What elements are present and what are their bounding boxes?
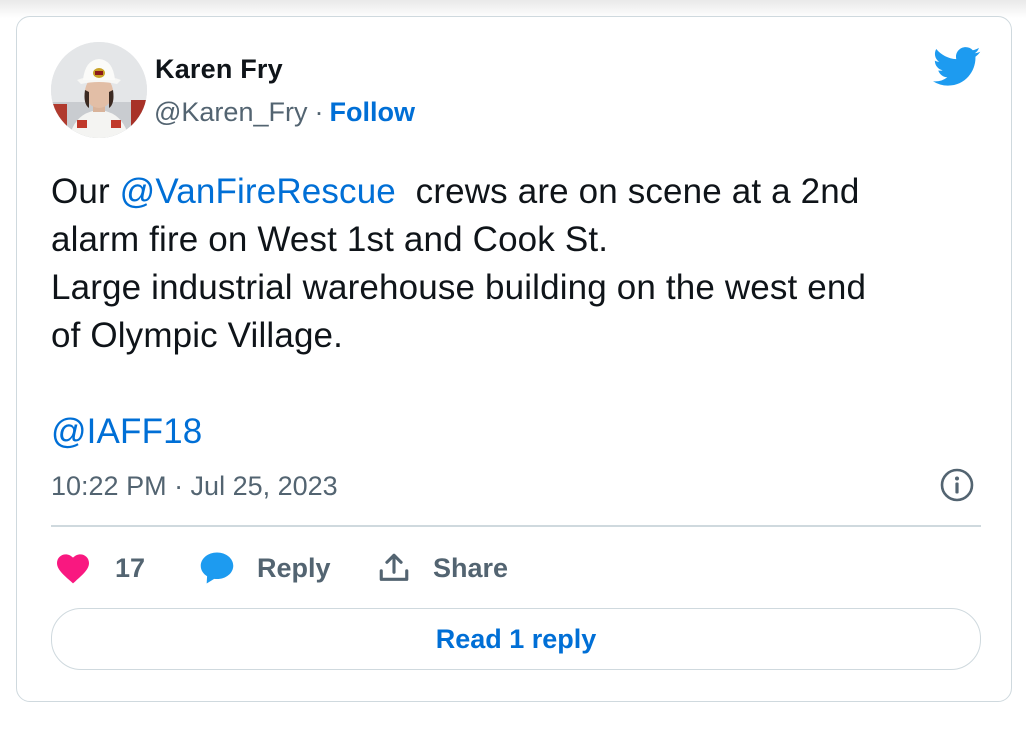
embedded-tweet-card: Karen Fry @Karen_Fry · Follow Our @VanFire… <box>16 16 1012 702</box>
mention-vanfirerescue[interactable]: @VanFireRescue <box>120 172 396 211</box>
tweet-line-1-prefix: Our <box>51 172 120 211</box>
author-handle[interactable]: @Karen_Fry <box>154 97 307 127</box>
avatar[interactable] <box>51 42 147 138</box>
read-replies-button[interactable]: Read 1 reply <box>51 608 981 670</box>
reply-label: Reply <box>257 552 331 583</box>
author-meta: @Karen_Fry · Follow <box>154 97 415 128</box>
meta-separator: · <box>314 97 324 127</box>
share-button[interactable]: Share <box>377 548 508 588</box>
tweet-text: Our @VanFireRescue crews are on scene at… <box>51 168 991 456</box>
divider <box>51 525 981 527</box>
tweet-timestamp[interactable]: 10:22 PM · Jul 25, 2023 <box>51 471 338 502</box>
tweet-line-2: alarm fire on West 1st and Cook St. <box>51 220 609 259</box>
share-label: Share <box>433 552 509 583</box>
avatar-photo <box>51 42 147 138</box>
mention-iaff18[interactable]: @IAFF18 <box>51 408 991 456</box>
tweet-line-1-suffix: crews are on scene at a 2nd <box>395 172 860 211</box>
reply-button[interactable]: Reply <box>199 548 331 588</box>
read-replies-label: Read 1 reply <box>435 623 597 654</box>
heart-icon <box>57 554 89 584</box>
twitter-bird-icon[interactable] <box>933 47 981 87</box>
author-name[interactable]: Karen Fry <box>155 54 283 85</box>
like-count: 17 <box>115 552 146 583</box>
share-upload-icon <box>379 553 409 581</box>
follow-button[interactable]: Follow <box>329 97 414 127</box>
speech-bubble-icon <box>200 552 234 584</box>
tweet-line-3: Large industrial warehouse building on t… <box>51 268 867 307</box>
tweet-line-4: of Olympic Village. <box>51 316 344 355</box>
info-icon[interactable] <box>939 467 975 503</box>
like-button[interactable]: 17 <box>55 548 145 588</box>
tweet-line-1: Our @VanFireRescue crews are on scene at… <box>51 168 991 216</box>
